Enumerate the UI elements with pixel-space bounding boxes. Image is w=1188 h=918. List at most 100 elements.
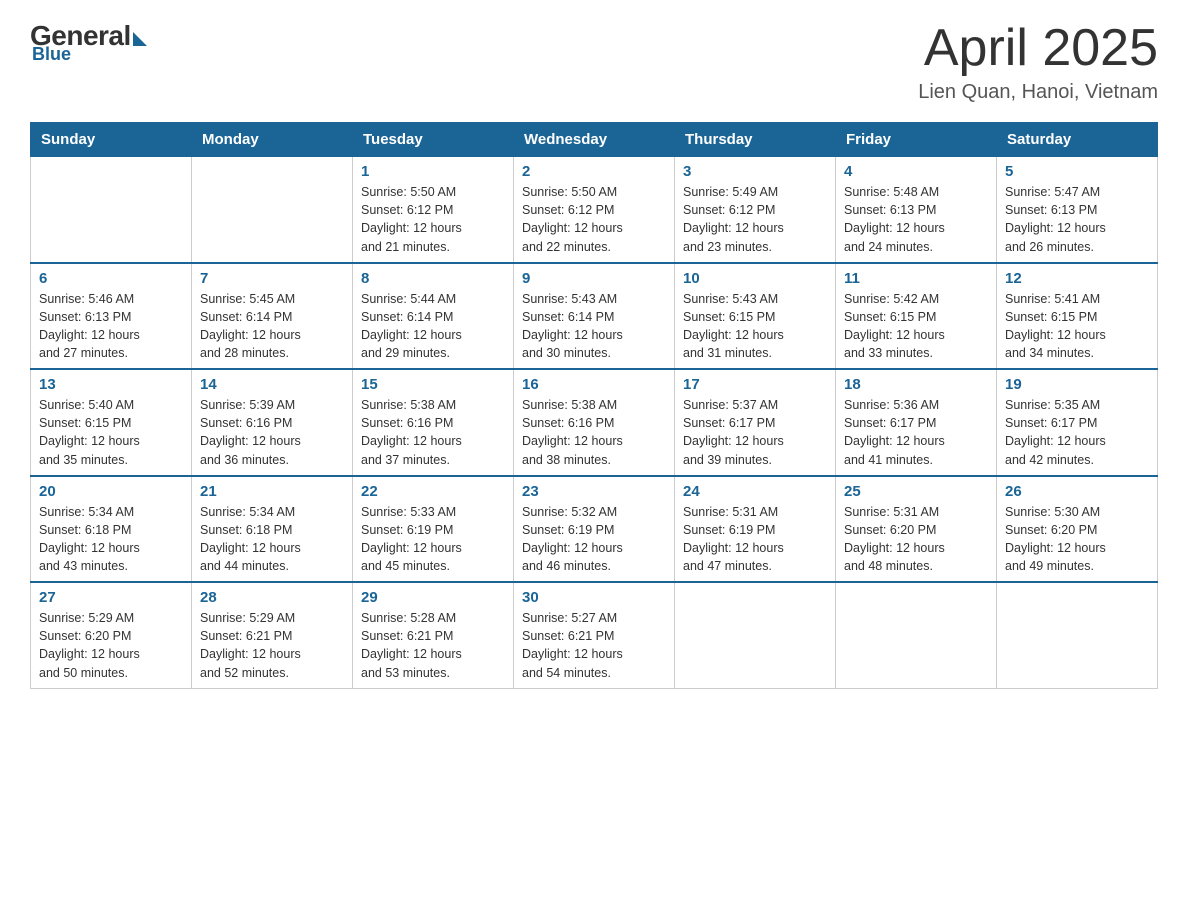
day-info: Sunrise: 5:36 AM Sunset: 6:17 PM Dayligh…	[844, 396, 988, 469]
day-info: Sunrise: 5:41 AM Sunset: 6:15 PM Dayligh…	[1005, 290, 1149, 363]
calendar-week-row: 6Sunrise: 5:46 AM Sunset: 6:13 PM Daylig…	[31, 263, 1158, 370]
calendar-cell: 29Sunrise: 5:28 AM Sunset: 6:21 PM Dayli…	[353, 582, 514, 688]
day-number: 15	[361, 376, 505, 393]
calendar-cell: 27 Sunrise: 5:29 AM Sunset: 6:20 PM Dayli…	[31, 582, 192, 688]
day-number: 4	[844, 163, 988, 180]
day-info: Sunrise: 5:45 AM Sunset: 6:14 PM Dayligh…	[200, 290, 344, 363]
day-info: Sunrise: 5:43 AM Sunset: 6:14 PM Dayligh…	[522, 290, 666, 363]
calendar-cell: 23 Sunrise: 5:32 AM Sunset: 6:19 PM Dayli…	[514, 476, 675, 583]
calendar-cell: 9 Sunrise: 5:43 AM Sunset: 6:14 PM Daylig…	[514, 263, 675, 370]
day-number: 13	[39, 376, 183, 393]
day-info: Sunrise: 5:50 AM Sunset: 6:12 PM Dayligh…	[361, 183, 505, 256]
calendar-cell: 16 Sunrise: 5:38 AM Sunset: 6:16 PM Dayli…	[514, 369, 675, 476]
month-year-title: April 2025	[918, 20, 1158, 77]
day-info: Sunrise: 5:42 AM Sunset: 6:15 PM Dayligh…	[844, 290, 988, 363]
day-info: Sunrise: 5:38 AM Sunset: 6:16 PM Dayligh…	[522, 396, 666, 469]
day-number: 23	[522, 483, 666, 500]
day-info: Sunrise: 5:50 AM Sunset: 6:12 PM Dayligh…	[522, 183, 666, 256]
calendar-cell	[997, 582, 1158, 688]
day-info: Sunrise: 5:37 AM Sunset: 6:17 PM Dayligh…	[683, 396, 827, 469]
day-info: Sunrise: 5:34 AM Sunset: 6:18 PM Dayligh…	[200, 503, 344, 576]
day-info: Sunrise: 5:44 AM Sunset: 6:14 PM Dayligh…	[361, 290, 505, 363]
calendar-week-row: 1 Sunrise: 5:50 AM Sunset: 6:12 PM Daylig…	[31, 157, 1158, 263]
calendar-cell: 22Sunrise: 5:33 AM Sunset: 6:19 PM Dayli…	[353, 476, 514, 583]
day-info: Sunrise: 5:31 AM Sunset: 6:20 PM Dayligh…	[844, 503, 988, 576]
day-number: 21	[200, 483, 344, 500]
calendar-cell	[675, 582, 836, 688]
calendar-cell: 26Sunrise: 5:30 AM Sunset: 6:20 PM Dayli…	[997, 476, 1158, 583]
calendar-cell: 4 Sunrise: 5:48 AM Sunset: 6:13 PM Daylig…	[836, 157, 997, 263]
column-header-friday: Friday	[836, 123, 997, 157]
day-number: 9	[522, 270, 666, 287]
column-header-thursday: Thursday	[675, 123, 836, 157]
calendar-cell: 24 Sunrise: 5:31 AM Sunset: 6:19 PM Dayli…	[675, 476, 836, 583]
calendar-cell: 10 Sunrise: 5:43 AM Sunset: 6:15 PM Dayli…	[675, 263, 836, 370]
calendar-cell: 21 Sunrise: 5:34 AM Sunset: 6:18 PM Dayli…	[192, 476, 353, 583]
calendar-week-row: 13 Sunrise: 5:40 AM Sunset: 6:15 PM Dayli…	[31, 369, 1158, 476]
day-number: 20	[39, 483, 183, 500]
day-number: 30	[522, 589, 666, 606]
day-info: Sunrise: 5:39 AM Sunset: 6:16 PM Dayligh…	[200, 396, 344, 469]
day-info: Sunrise: 5:48 AM Sunset: 6:13 PM Dayligh…	[844, 183, 988, 256]
day-number: 3	[683, 163, 827, 180]
calendar-cell: 5Sunrise: 5:47 AM Sunset: 6:13 PM Daylig…	[997, 157, 1158, 263]
calendar-cell: 12 Sunrise: 5:41 AM Sunset: 6:15 PM Dayli…	[997, 263, 1158, 370]
day-number: 1	[361, 163, 505, 180]
day-info: Sunrise: 5:47 AM Sunset: 6:13 PM Dayligh…	[1005, 183, 1149, 256]
title-block: April 2025 Lien Quan, Hanoi, Vietnam	[918, 20, 1158, 104]
day-info: Sunrise: 5:30 AM Sunset: 6:20 PM Dayligh…	[1005, 503, 1149, 576]
calendar-cell: 17Sunrise: 5:37 AM Sunset: 6:17 PM Dayli…	[675, 369, 836, 476]
day-number: 10	[683, 270, 827, 287]
calendar-week-row: 20 Sunrise: 5:34 AM Sunset: 6:18 PM Dayli…	[31, 476, 1158, 583]
calendar-cell: 14 Sunrise: 5:39 AM Sunset: 6:16 PM Dayli…	[192, 369, 353, 476]
calendar-table: SundayMondayTuesdayWednesdayThursdayFrid…	[30, 122, 1158, 689]
column-header-tuesday: Tuesday	[353, 123, 514, 157]
day-number: 28	[200, 589, 344, 606]
calendar-cell: 7Sunrise: 5:45 AM Sunset: 6:14 PM Daylig…	[192, 263, 353, 370]
day-info: Sunrise: 5:33 AM Sunset: 6:19 PM Dayligh…	[361, 503, 505, 576]
day-info: Sunrise: 5:40 AM Sunset: 6:15 PM Dayligh…	[39, 396, 183, 469]
calendar-cell: 28 Sunrise: 5:29 AM Sunset: 6:21 PM Dayli…	[192, 582, 353, 688]
column-header-wednesday: Wednesday	[514, 123, 675, 157]
calendar-cell: 15 Sunrise: 5:38 AM Sunset: 6:16 PM Dayli…	[353, 369, 514, 476]
calendar-cell	[31, 157, 192, 263]
calendar-cell: 11 Sunrise: 5:42 AM Sunset: 6:15 PM Dayli…	[836, 263, 997, 370]
day-info: Sunrise: 5:38 AM Sunset: 6:16 PM Dayligh…	[361, 396, 505, 469]
day-info: Sunrise: 5:29 AM Sunset: 6:20 PM Dayligh…	[39, 609, 183, 682]
calendar-cell: 13 Sunrise: 5:40 AM Sunset: 6:15 PM Dayli…	[31, 369, 192, 476]
day-info: Sunrise: 5:29 AM Sunset: 6:21 PM Dayligh…	[200, 609, 344, 682]
calendar-cell: 8 Sunrise: 5:44 AM Sunset: 6:14 PM Daylig…	[353, 263, 514, 370]
column-header-saturday: Saturday	[997, 123, 1158, 157]
calendar-header-row: SundayMondayTuesdayWednesdayThursdayFrid…	[31, 123, 1158, 157]
day-number: 8	[361, 270, 505, 287]
day-number: 25	[844, 483, 988, 500]
column-header-sunday: Sunday	[31, 123, 192, 157]
day-number: 12	[1005, 270, 1149, 287]
location-subtitle: Lien Quan, Hanoi, Vietnam	[918, 81, 1158, 104]
calendar-cell: 18Sunrise: 5:36 AM Sunset: 6:17 PM Dayli…	[836, 369, 997, 476]
day-number: 27	[39, 589, 183, 606]
calendar-cell	[192, 157, 353, 263]
day-info: Sunrise: 5:27 AM Sunset: 6:21 PM Dayligh…	[522, 609, 666, 682]
calendar-cell: 25 Sunrise: 5:31 AM Sunset: 6:20 PM Dayli…	[836, 476, 997, 583]
day-info: Sunrise: 5:31 AM Sunset: 6:19 PM Dayligh…	[683, 503, 827, 576]
day-info: Sunrise: 5:49 AM Sunset: 6:12 PM Dayligh…	[683, 183, 827, 256]
day-number: 11	[844, 270, 988, 287]
day-number: 14	[200, 376, 344, 393]
calendar-cell: 20Sunrise: 5:34 AM Sunset: 6:18 PM Dayli…	[31, 476, 192, 583]
column-header-monday: Monday	[192, 123, 353, 157]
day-info: Sunrise: 5:35 AM Sunset: 6:17 PM Dayligh…	[1005, 396, 1149, 469]
day-number: 2	[522, 163, 666, 180]
page-header: General Blue April 2025 Lien Quan, Hanoi…	[30, 20, 1158, 104]
logo-blue-text: Blue	[32, 44, 71, 65]
logo-arrow-icon	[133, 32, 147, 46]
calendar-cell: 3 Sunrise: 5:49 AM Sunset: 6:12 PM Daylig…	[675, 157, 836, 263]
day-info: Sunrise: 5:32 AM Sunset: 6:19 PM Dayligh…	[522, 503, 666, 576]
logo: General Blue	[30, 20, 147, 65]
day-number: 16	[522, 376, 666, 393]
calendar-cell: 6Sunrise: 5:46 AM Sunset: 6:13 PM Daylig…	[31, 263, 192, 370]
calendar-cell: 1 Sunrise: 5:50 AM Sunset: 6:12 PM Daylig…	[353, 157, 514, 263]
day-info: Sunrise: 5:43 AM Sunset: 6:15 PM Dayligh…	[683, 290, 827, 363]
day-info: Sunrise: 5:28 AM Sunset: 6:21 PM Dayligh…	[361, 609, 505, 682]
day-number: 24	[683, 483, 827, 500]
